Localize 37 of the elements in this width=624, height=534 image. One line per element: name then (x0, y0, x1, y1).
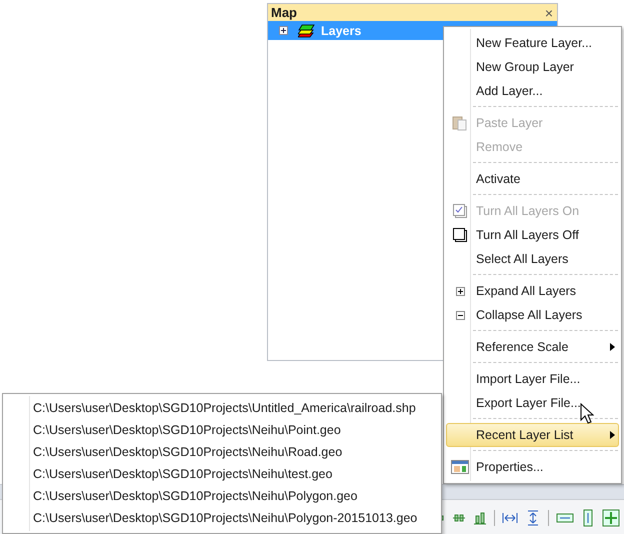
cursor-icon (580, 403, 594, 424)
resize-icon[interactable] (602, 509, 620, 527)
layers-icon (298, 24, 315, 38)
distribute-icon[interactable] (502, 510, 518, 526)
collapse-icon (456, 310, 464, 320)
menu-item[interactable]: C:\Users\user\Desktop\SGD10Projects\Neihu\Polygon-20151013.geo (3, 507, 441, 529)
menu-item[interactable]: Collapse All Layers (446, 303, 619, 327)
resize-icon[interactable] (556, 511, 574, 525)
menu-item[interactable]: Select All Layers (446, 247, 619, 271)
menu-item[interactable]: Properties... (446, 455, 619, 479)
menu-item[interactable]: Add Layer... (446, 79, 619, 103)
menu-item[interactable]: Reference Scale (446, 335, 619, 359)
submenu-arrow-icon (610, 431, 615, 439)
clipboard-icon (452, 115, 468, 131)
menu-item[interactable]: C:\Users\user\Desktop\SGD10Projects\Neihu\Road.geo (3, 441, 441, 463)
menu-item[interactable]: Export Layer File... (446, 391, 619, 415)
checkbox-icon (452, 203, 468, 219)
close-button[interactable]: × (544, 6, 553, 20)
menu-item[interactable]: New Group Layer (446, 55, 619, 79)
expand-icon (456, 286, 464, 296)
distribute-icon[interactable] (525, 510, 541, 526)
menu-item[interactable]: Recent Layer List (446, 423, 619, 447)
menu-item[interactable]: C:\Users\user\Desktop\SGD10Projects\Untitled_America\railroad.shp (3, 397, 441, 419)
menu-item[interactable]: C:\Users\user\Desktop\SGD10Projects\Neihu\Point.geo (3, 419, 441, 441)
menu-item[interactable]: C:\Users\user\Desktop\SGD10Projects\Neihu\test.geo (3, 463, 441, 485)
expand-icon[interactable] (279, 26, 288, 35)
menu-item[interactable]: Turn All Layers Off (446, 223, 619, 247)
menu-item[interactable]: Expand All Layers (446, 279, 619, 303)
checkbox-icon (452, 227, 468, 243)
resize-icon[interactable] (581, 509, 595, 527)
align-icon[interactable] (473, 510, 487, 526)
menu-item[interactable]: C:\Users\user\Desktop\SGD10Projects\Neihu\Polygon.geo (3, 485, 441, 507)
submenu-arrow-icon (610, 343, 615, 351)
panel-title: Map (271, 5, 297, 20)
menu-item[interactable]: Activate (446, 167, 619, 191)
menu-item[interactable]: Import Layer File... (446, 367, 619, 391)
properties-icon (451, 459, 469, 475)
